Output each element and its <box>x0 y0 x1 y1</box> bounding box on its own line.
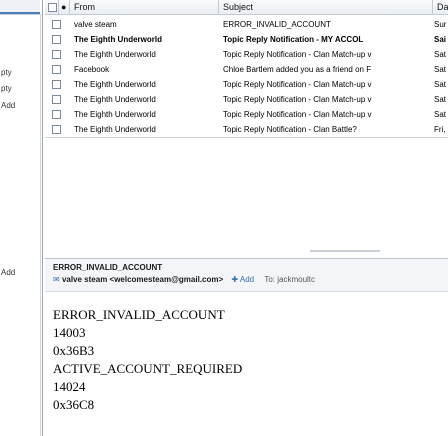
message-row[interactable]: Facebook Chloe Bartlem added you as a fri… <box>45 62 448 77</box>
body-line: 0x36C8 <box>53 397 95 412</box>
row-checkbox[interactable] <box>52 125 61 134</box>
body-line: 14003 <box>53 325 86 340</box>
row-from: The Eighth Underworld <box>74 110 156 119</box>
preview-from-line: ✉ valve steam <welcomesteam@gmail.com> ✚… <box>53 275 315 284</box>
message-list-header: ● From Subject Dat <box>45 0 448 15</box>
horizontal-scrollbar[interactable] <box>220 248 448 254</box>
sidebar-label-1[interactable]: pty <box>1 68 12 77</box>
from-column-header[interactable]: From <box>70 0 219 14</box>
scrollbar-thumb[interactable] <box>310 250 380 252</box>
message-row[interactable]: valve steam ERROR_INVALID_ACCOUNT Sur <box>45 17 448 32</box>
select-all-header[interactable] <box>45 0 59 14</box>
folder-sidebar: pty pty Add Add <box>0 0 44 436</box>
body-line: ACTIVE_ACCOUNT_REQUIRED <box>53 361 243 376</box>
sidebar-label-4[interactable]: Add <box>1 268 15 277</box>
preview-sender[interactable]: valve steam <welcomesteam@gmail.com> <box>62 275 223 284</box>
message-row[interactable]: The Eighth Underworld Topic Reply Notific… <box>45 122 448 138</box>
row-from: The Eighth Underworld <box>74 125 156 134</box>
row-date: Sai <box>434 35 447 44</box>
row-checkbox[interactable] <box>52 35 61 44</box>
add-contact-label: Add <box>239 275 255 284</box>
body-line: ERROR_INVALID_ACCOUNT <box>53 307 225 322</box>
row-subject: Topic Reply Notification - Clan Match-up… <box>223 50 372 59</box>
preview-subject: ERROR_INVALID_ACCOUNT <box>53 263 163 272</box>
row-date: Sat <box>434 50 447 59</box>
row-subject: Topic Reply Notification - MY ACCOL <box>223 35 364 44</box>
subject-column-header[interactable]: Subject <box>219 0 433 14</box>
preview-recipient: To: jackmoultc <box>264 275 316 284</box>
attachment-icon: ● <box>61 2 67 12</box>
body-line: 14024 <box>53 379 86 394</box>
message-row[interactable]: The Eighth Underworld Topic Reply Notific… <box>45 32 448 47</box>
sidebar-label-3[interactable]: Add <box>1 101 15 110</box>
row-subject: Topic Reply Notification - Clan Match-up… <box>223 110 372 119</box>
sidebar-edge[interactable] <box>42 0 43 436</box>
message-body: ERROR_INVALID_ACCOUNT 14003 0x36B3 ACTIVE_A… <box>53 306 242 414</box>
row-date: Sur <box>434 20 447 29</box>
row-from: valve steam <box>74 20 117 29</box>
row-subject: Topic Reply Notification - Clan Battle? <box>223 125 357 134</box>
date-column-header[interactable]: Dat <box>433 0 448 14</box>
add-contact-icon: ✚ <box>231 275 239 284</box>
message-row[interactable]: The Eighth Underworld Topic Reply Notific… <box>45 92 448 107</box>
row-subject: Topic Reply Notification - Clan Match-up… <box>223 95 372 104</box>
attachment-column-header[interactable]: ● <box>59 0 70 14</box>
row-subject: ERROR_INVALID_ACCOUNT <box>223 20 331 29</box>
row-date: Sat <box>434 95 447 104</box>
row-checkbox[interactable] <box>52 65 61 74</box>
row-subject: Topic Reply Notification - Clan Match-up… <box>223 80 372 89</box>
sidebar-label-2[interactable]: pty <box>1 84 12 93</box>
row-from: The Eighth Underworld <box>74 35 162 44</box>
row-from: The Eighth Underworld <box>74 50 156 59</box>
row-checkbox[interactable] <box>52 110 61 119</box>
select-all-checkbox[interactable] <box>48 3 57 13</box>
row-from: Facebook <box>74 65 110 74</box>
row-checkbox[interactable] <box>52 80 61 89</box>
row-date: Sat <box>434 110 447 119</box>
body-line: 0x36B3 <box>53 343 95 358</box>
row-subject: Chloe Bartlem added you as a friend on F <box>223 65 372 74</box>
row-from: The Eighth Underworld <box>74 80 156 89</box>
row-checkbox[interactable] <box>52 50 61 59</box>
message-row[interactable]: The Eighth Underworld Topic Reply Notific… <box>45 107 448 122</box>
row-date: Sat <box>434 65 447 74</box>
row-checkbox[interactable] <box>52 20 61 29</box>
row-date: Fri, <box>434 125 446 134</box>
preview-pane: ERROR_INVALID_ACCOUNT ✉ valve steam <wel… <box>45 258 448 436</box>
sidebar-divider <box>40 14 41 436</box>
message-list: ● From Subject Dat valve steam ERROR_INVA… <box>45 0 448 256</box>
message-row[interactable]: The Eighth Underworld Topic Reply Notific… <box>45 77 448 92</box>
sender-icon: ✉ <box>53 275 60 284</box>
preview-header: ERROR_INVALID_ACCOUNT ✉ valve steam <wel… <box>45 258 448 292</box>
row-from: The Eighth Underworld <box>74 95 156 104</box>
add-contact-link[interactable]: ✚ Add <box>231 275 254 284</box>
sidebar-topbar <box>0 0 40 15</box>
sidebar-accent-bar <box>0 12 40 14</box>
row-checkbox[interactable] <box>52 95 61 104</box>
row-date: Sat <box>434 80 447 89</box>
message-row[interactable]: The Eighth Underworld Topic Reply Notific… <box>45 47 448 62</box>
